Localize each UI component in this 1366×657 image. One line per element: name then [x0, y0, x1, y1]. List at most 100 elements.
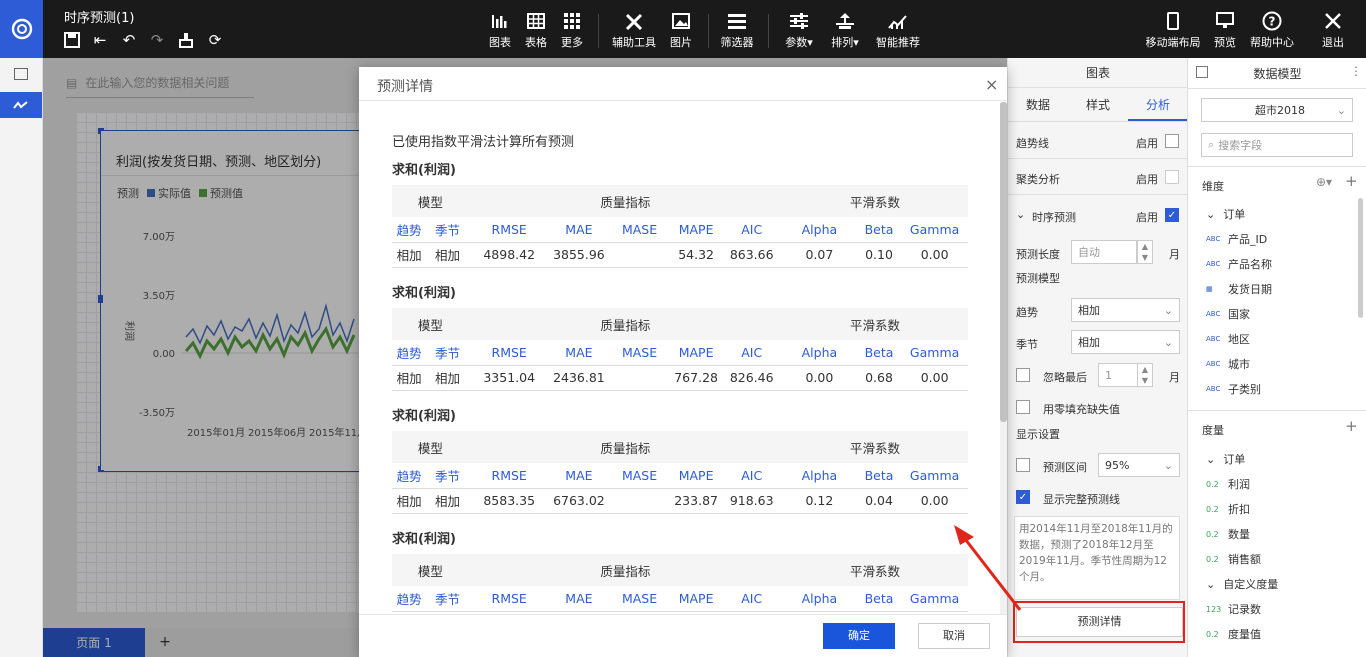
season-select[interactable]: 相加 ⌄ [1071, 330, 1180, 354]
more-options-icon[interactable]: ⋮ [1350, 64, 1362, 78]
redo-icon[interactable]: ↷ [147, 30, 167, 50]
app-logo[interactable] [0, 0, 43, 58]
metric-cell: 相加 [426, 488, 469, 514]
chevron-down-icon: ⌄ [1336, 103, 1346, 117]
globe-icon[interactable]: ⊕▾ [1316, 175, 1332, 189]
timeseries-page-icon[interactable] [0, 92, 42, 118]
measure-field[interactable]: 0.2 折扣 [1206, 501, 1250, 517]
length-stepper[interactable]: ▲ ▼ [1137, 240, 1153, 264]
dimension-group[interactable]: ⌄ 订单 [1206, 206, 1245, 222]
dimension-field[interactable]: ABC 产品名称 [1206, 256, 1272, 272]
field-search-input[interactable]: ⌕ 搜索字段 [1201, 133, 1353, 157]
metric-cell: 3351.04 [468, 365, 550, 391]
dimension-field[interactable]: ABC 城市 [1206, 356, 1250, 372]
trendline-checkbox[interactable] [1165, 134, 1179, 148]
dialog-scrollbar-thumb[interactable] [1000, 102, 1007, 422]
exit-button[interactable]: 退出 [1318, 8, 1348, 52]
forecast-length-input[interactable]: 自动 [1071, 240, 1137, 264]
interval-select[interactable]: 95% ⌄ [1098, 453, 1180, 477]
chart-button[interactable]: 图表 [486, 8, 514, 52]
exit-edit-icon[interactable]: ⇤ [90, 30, 110, 50]
report-title[interactable]: 时序预测(1) [64, 7, 134, 26]
mobile-layout-button[interactable]: 移动端布局 [1143, 8, 1203, 52]
metric-cell: 3855.96 [549, 242, 609, 268]
column-header: 趋势 [392, 340, 427, 366]
column-header: MASE [608, 586, 671, 612]
param-button[interactable]: 参数▾ [780, 8, 818, 52]
section-title: 求和(利润) [392, 532, 456, 547]
group-header: 模型 [392, 554, 469, 586]
column-header: 趋势 [392, 586, 427, 612]
full-line-checkbox[interactable]: ✓ [1016, 490, 1030, 504]
metric-cell: 918.63 [721, 488, 782, 514]
collapse-icon[interactable]: ⌄ [1016, 208, 1025, 221]
column-header: RMSE [468, 586, 550, 612]
fill-zero-checkbox[interactable] [1016, 400, 1030, 414]
dimension-field[interactable]: ABC 产品_ID [1206, 231, 1267, 247]
ok-button[interactable]: 确定 [823, 623, 895, 649]
cancel-button[interactable]: 取消 [918, 623, 990, 649]
image-button[interactable]: 图片 [666, 8, 696, 52]
interval-checkbox[interactable] [1016, 458, 1030, 472]
tab-data[interactable]: 数据 [1008, 88, 1068, 121]
tab-analysis[interactable]: 分析 [1128, 88, 1188, 121]
column-header: Beta [856, 340, 902, 366]
data-model-title: 数据模型 [1253, 67, 1302, 81]
column-header: 季节 [426, 463, 469, 489]
toolbar-divider [708, 14, 709, 48]
metric-cell: 0.12 [782, 488, 857, 514]
trend-select[interactable]: 相加 ⌄ [1071, 298, 1180, 322]
dimension-field[interactable]: ▦ 发货日期 [1206, 281, 1272, 297]
column-header: MASE [608, 340, 671, 366]
metric-cell [608, 365, 671, 391]
table-button[interactable]: 表格 [522, 8, 550, 52]
close-icon [1324, 8, 1342, 34]
dimension-field[interactable]: ABC 地区 [1206, 331, 1250, 347]
column-header: 趋势 [392, 463, 427, 489]
measure-field[interactable]: 0.2 数量 [1206, 526, 1250, 542]
measure-field[interactable]: 0.2 利润 [1206, 476, 1250, 492]
ignore-last-input[interactable]: 1 [1098, 363, 1138, 387]
metric-cell [608, 242, 671, 268]
dimension-field[interactable]: ABC 子类别 [1206, 381, 1261, 397]
measure-group[interactable]: ⌄ 订单 [1206, 451, 1245, 467]
save-icon[interactable] [62, 30, 82, 50]
smart-recommend-label: 智能推荐 [876, 36, 920, 49]
column-header: Alpha [782, 586, 857, 612]
dimension-field[interactable]: ABC 国家 [1206, 306, 1250, 322]
smart-recommend-button[interactable]: 智能推荐 [872, 8, 924, 52]
column-header: Beta [856, 586, 902, 612]
preview-button[interactable]: 预览 [1210, 8, 1240, 52]
calendar-icon: ▦ [1206, 285, 1213, 293]
measure-field[interactable]: 0.2 度量值 [1206, 626, 1261, 642]
metric-cell: 相加 [392, 242, 427, 268]
tab-style[interactable]: 样式 [1068, 88, 1128, 121]
metric-cell: 相加 [392, 365, 427, 391]
cluster-checkbox[interactable] [1165, 170, 1179, 184]
chevron-down-icon: ⌄ [1163, 335, 1173, 349]
add-measure-icon[interactable]: + [1345, 417, 1358, 435]
more-button[interactable]: 更多 [558, 8, 586, 52]
help-center-button[interactable]: ? 帮助中心 [1248, 8, 1296, 52]
smart-chart-icon [888, 8, 908, 34]
measure-field[interactable]: 123 记录数 [1206, 601, 1261, 617]
undo-icon[interactable]: ↶ [119, 30, 139, 50]
scrollbar[interactable] [1358, 198, 1363, 318]
group-header: 模型 [392, 185, 469, 217]
measure-field[interactable]: 0.2 销售额 [1206, 551, 1261, 567]
left-sidebar [0, 58, 43, 657]
add-dimension-icon[interactable]: + [1345, 172, 1358, 190]
filter-button[interactable]: 筛选器 [718, 8, 756, 52]
refresh-icon[interactable]: ⟳ [205, 30, 225, 50]
format-brush-icon[interactable] [176, 30, 196, 50]
ignore-stepper[interactable]: ▲ ▼ [1137, 363, 1153, 387]
forecast-checkbox[interactable]: ✓ [1165, 208, 1179, 222]
ignore-last-checkbox[interactable] [1016, 368, 1030, 382]
group-header: 质量指标 [468, 554, 782, 586]
aux-tools-button[interactable]: 辅助工具 [610, 8, 658, 52]
custom-measure-group[interactable]: ⌄ 自定义度量 [1206, 576, 1278, 592]
arrange-button[interactable]: 排列▾ [826, 8, 864, 52]
close-icon[interactable]: × [985, 75, 998, 94]
datasource-select[interactable]: 超市2018 ⌄ [1201, 98, 1353, 122]
panel-toggle-icon[interactable] [14, 68, 28, 80]
